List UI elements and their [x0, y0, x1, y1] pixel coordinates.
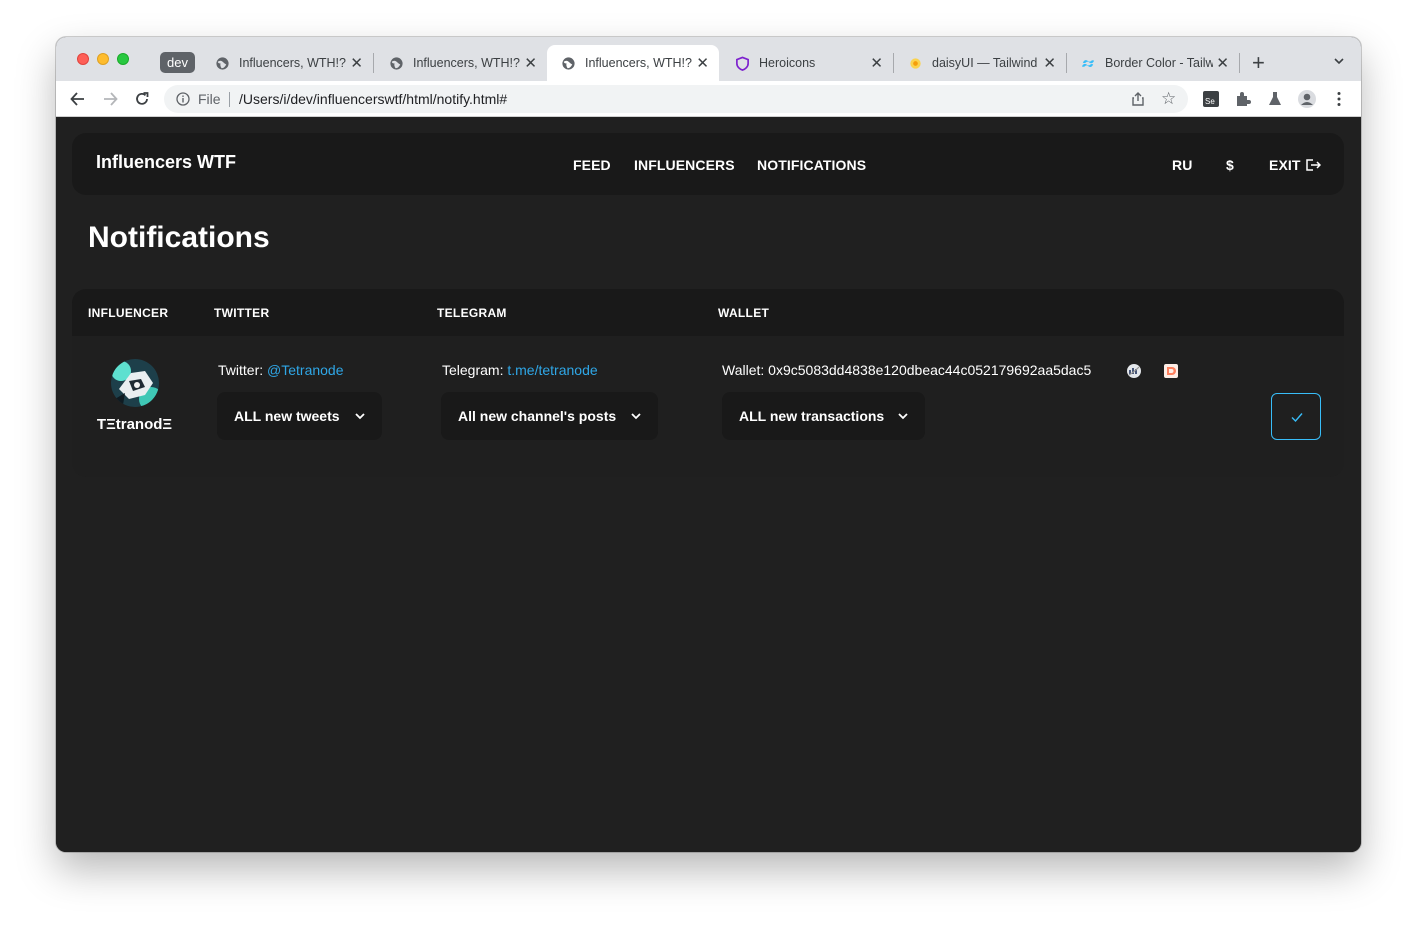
page-content: Influencers WTF FEED INFLUENCERS NOTIFIC… — [56, 117, 1361, 852]
scheme-label: File — [198, 91, 221, 107]
heroicons-shield-icon — [736, 56, 749, 71]
top-navbar: Influencers WTF FEED INFLUENCERS NOTIFIC… — [72, 133, 1344, 195]
telegram-notify-value: All new channel's posts — [458, 408, 617, 424]
telegram-notify-select[interactable]: All new channel's posts — [441, 392, 658, 440]
debank-icon[interactable] — [1163, 363, 1179, 379]
tab-strip: dev Influencers, WTH!? ✕ Influencers, WT… — [56, 37, 1361, 81]
tab-label: Heroicons — [759, 56, 816, 70]
reload-icon[interactable] — [132, 89, 152, 109]
tab-influencers-2[interactable]: Influencers, WTH!? ✕ — [375, 45, 547, 81]
address-toolbar: File /Users/i/dev/influencerswtf/html/no… — [56, 81, 1361, 117]
bookmark-star-icon[interactable]: ☆ — [1161, 89, 1176, 109]
chevron-down-icon — [631, 413, 641, 420]
page-title: Notifications — [88, 221, 270, 254]
column-header-twitter: TWITTER — [214, 306, 270, 320]
forward-arrow-icon[interactable] — [100, 89, 120, 109]
svg-text:Se: Se — [1205, 97, 1215, 106]
column-header-wallet: WALLET — [718, 306, 770, 320]
nav-feed[interactable]: FEED — [573, 157, 611, 173]
tab-divider — [373, 53, 374, 73]
info-icon[interactable] — [176, 92, 190, 106]
tab-divider — [1239, 53, 1240, 73]
telegram-prefix: Telegram: — [442, 362, 504, 378]
tab-heroicons[interactable]: Heroicons ✕ — [721, 45, 893, 81]
close-icon[interactable]: ✕ — [1216, 54, 1229, 72]
close-icon[interactable]: ✕ — [696, 54, 709, 72]
brand-logo-text[interactable]: Influencers WTF — [96, 152, 236, 173]
tab-tailwind[interactable]: Border Color - Tailw ✕ — [1067, 45, 1239, 81]
exit-button[interactable]: EXIT — [1269, 157, 1321, 173]
table-header: INFLUENCER TWITTER TELEGRAM WALLET — [72, 289, 1344, 336]
close-icon[interactable]: ✕ — [870, 54, 883, 72]
wallet-notify-select[interactable]: ALL new transactions — [722, 392, 925, 440]
maximize-window-button[interactable] — [117, 53, 129, 65]
etherscan-icon[interactable] — [1126, 363, 1142, 379]
tab-influencers-1[interactable]: Influencers, WTH!? ✕ — [201, 45, 373, 81]
selenium-extension-icon[interactable]: Se — [1201, 89, 1221, 109]
influencer-name[interactable]: TΞtranodΞ — [72, 416, 197, 433]
daisyui-flower-icon — [910, 58, 921, 69]
browser-window: dev Influencers, WTH!? ✕ Influencers, WT… — [56, 37, 1361, 852]
tab-label: daisyUI — Tailwind — [932, 56, 1038, 70]
twitter-handle-link[interactable]: @Tetranode — [267, 362, 343, 378]
minimize-window-button[interactable] — [97, 53, 109, 65]
share-icon[interactable] — [1130, 91, 1146, 107]
check-icon — [1291, 413, 1303, 423]
currency-switch[interactable]: $ — [1226, 157, 1234, 173]
globe-icon — [390, 57, 403, 70]
telegram-cell: Telegram: t.me/tetranode — [442, 362, 598, 378]
nav-influencers[interactable]: INFLUENCERS — [634, 157, 735, 173]
chevron-down-icon — [355, 413, 365, 420]
column-header-telegram: TELEGRAM — [437, 306, 507, 320]
close-icon[interactable]: ✕ — [524, 54, 537, 72]
close-icon[interactable]: ✕ — [350, 54, 363, 72]
tailwind-icon — [1081, 60, 1095, 67]
globe-icon — [562, 57, 575, 70]
tab-daisyui[interactable]: daisyUI — Tailwind ✕ — [894, 45, 1066, 81]
twitter-prefix: Twitter: — [218, 362, 264, 378]
url-text[interactable]: /Users/i/dev/influencerswtf/html/notify.… — [239, 91, 507, 107]
chevron-down-icon — [898, 413, 908, 420]
labs-flask-icon[interactable] — [1265, 89, 1285, 109]
twitter-cell: Twitter: @Tetranode — [218, 362, 344, 378]
save-subscription-button[interactable] — [1271, 393, 1321, 440]
omnibox-divider — [229, 92, 230, 107]
notifications-table: INFLUENCER TWITTER TELEGRAM WALLET TΞtra… — [72, 289, 1344, 477]
nav-notifications[interactable]: NOTIFICATIONS — [757, 157, 866, 173]
table-row: TΞtranodΞ Twitter: @Tetranode ALL new tw… — [72, 336, 1344, 477]
tab-label: Border Color - Tailw — [1105, 56, 1213, 70]
tab-label: Influencers, WTH!? — [585, 56, 692, 70]
address-bar[interactable]: File /Users/i/dev/influencerswtf/html/no… — [164, 85, 1188, 113]
telegram-channel-link[interactable]: t.me/tetranode — [507, 362, 597, 378]
globe-icon — [216, 57, 229, 70]
close-icon[interactable]: ✕ — [1043, 54, 1056, 72]
profile-chip[interactable]: dev — [160, 52, 195, 73]
twitter-notify-value: ALL new tweets — [234, 408, 340, 424]
tab-influencers-active[interactable]: Influencers, WTH!? ✕ — [547, 45, 719, 81]
wallet-prefix: Wallet: — [722, 362, 765, 378]
avatar[interactable] — [111, 359, 159, 407]
exit-label: EXIT — [1269, 157, 1301, 173]
tab-search-chevron-icon[interactable] — [1332, 54, 1346, 68]
profile-avatar-icon[interactable] — [1297, 89, 1317, 109]
close-window-button[interactable] — [77, 53, 89, 65]
kebab-menu-icon[interactable] — [1329, 89, 1349, 109]
twitter-notify-select[interactable]: ALL new tweets — [217, 392, 382, 440]
tab-label: Influencers, WTH!? — [239, 56, 346, 70]
tab-label: Influencers, WTH!? — [413, 56, 520, 70]
new-tab-button[interactable]: + — [1252, 50, 1265, 76]
logout-icon — [1305, 159, 1321, 171]
extensions-puzzle-icon[interactable] — [1233, 89, 1253, 109]
column-header-influencer: INFLUENCER — [88, 306, 169, 320]
wallet-notify-value: ALL new transactions — [739, 408, 885, 424]
language-switch[interactable]: RU — [1172, 157, 1192, 173]
wallet-address[interactable]: 0x9c5083dd4838e120dbeac44c052179692aa5da… — [768, 362, 1091, 378]
wallet-cell: Wallet: 0x9c5083dd4838e120dbeac44c052179… — [722, 362, 1091, 378]
back-arrow-icon[interactable] — [68, 89, 88, 109]
